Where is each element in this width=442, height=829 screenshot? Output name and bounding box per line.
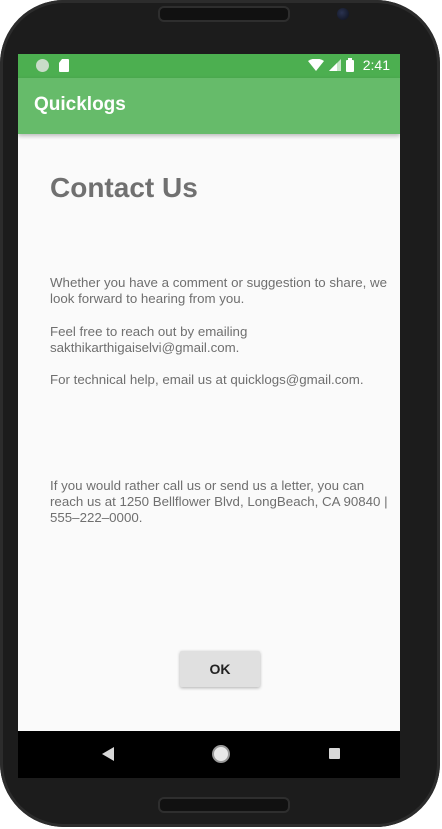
address-text: If you would rather call us or send us a… [50,478,388,525]
contact-dialog-content: Contact Us Whether you have a comment or… [50,172,395,525]
back-icon[interactable] [102,747,114,761]
intro-text: Whether you have a comment or suggestion… [50,275,388,306]
status-bar: 2:41 [18,54,400,78]
bottom-speaker [158,797,290,813]
tech-help-text: For technical help, email us at quicklog… [50,372,364,387]
navigation-bar [18,731,400,778]
battery-icon [345,58,354,72]
app-bar: Quicklogs [18,78,400,134]
notification-icon [36,59,49,72]
phone-frame: 2:41 Quicklogs Contact Us Whether you ha… [0,0,440,827]
email-text: Feel free to reach out by emailing sakth… [50,324,248,355]
ok-button[interactable]: OK [180,651,260,687]
front-camera [337,8,349,20]
home-icon[interactable] [212,745,230,763]
status-time: 2:41 [362,57,390,73]
signal-icon [328,59,341,71]
page-title: Contact Us [50,172,198,203]
sd-card-icon [59,59,69,72]
app-title: Quicklogs [34,94,126,115]
wifi-icon [307,58,324,71]
top-speaker [158,6,290,22]
recents-icon[interactable] [329,748,340,759]
screen: 2:41 Quicklogs Contact Us Whether you ha… [18,54,400,778]
